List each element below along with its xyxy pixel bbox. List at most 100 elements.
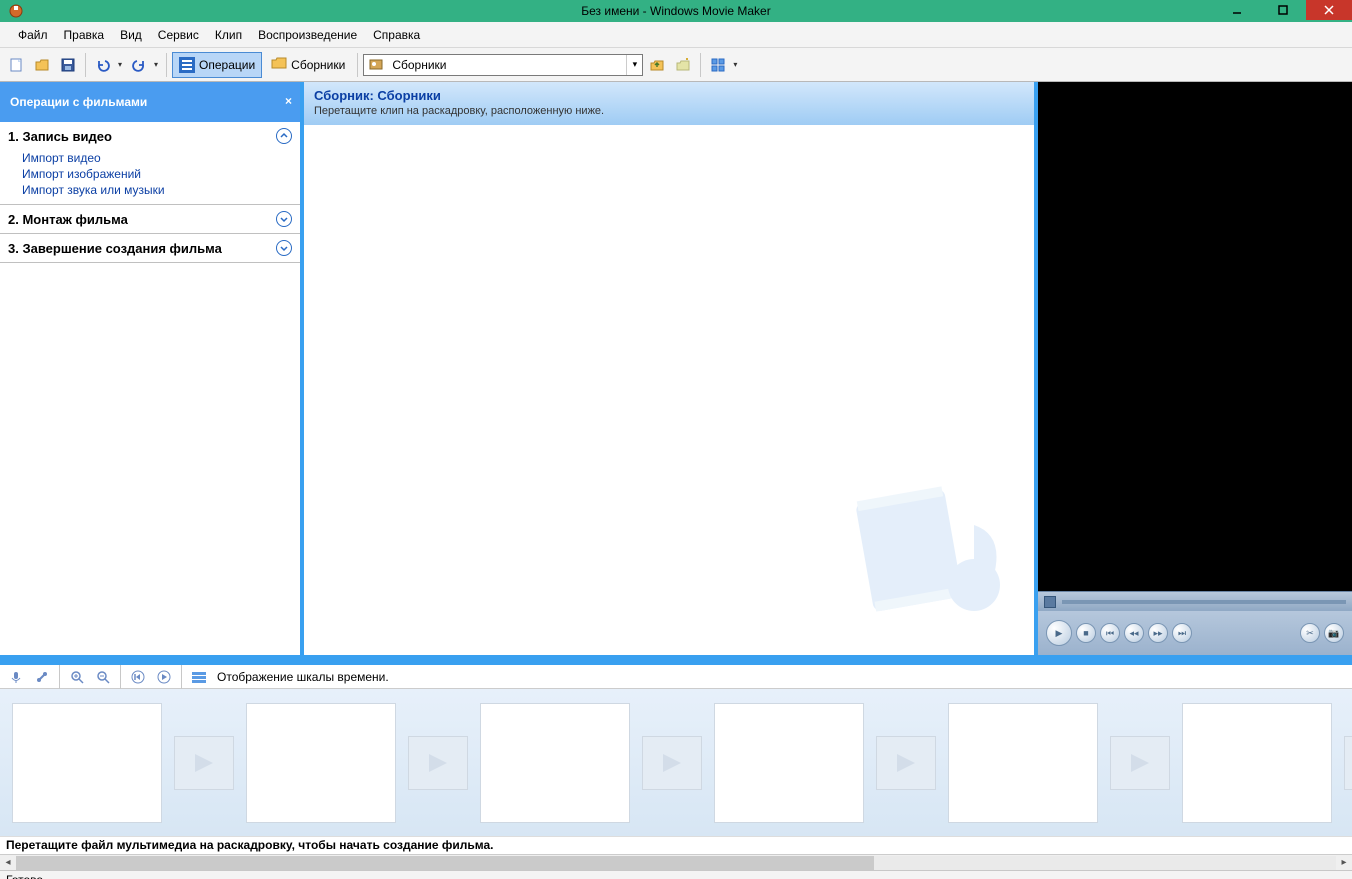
window-title: Без имени - Windows Movie Maker <box>581 4 770 18</box>
save-button[interactable] <box>56 53 80 77</box>
scroll-right-button[interactable]: ▸ <box>1336 856 1352 870</box>
collection-pane: Сборник: Сборники Перетащите клип на рас… <box>300 82 1038 655</box>
storyboard-slot[interactable] <box>246 703 396 823</box>
zoom-out-button[interactable] <box>91 665 115 689</box>
menu-view[interactable]: Вид <box>112 25 150 45</box>
stop-button[interactable]: ■ <box>1076 623 1096 643</box>
menubar: Файл Правка Вид Сервис Клип Воспроизведе… <box>0 22 1352 48</box>
task-section-edit-title: 2. Монтаж фильма <box>8 212 128 227</box>
link-import-images[interactable]: Импорт изображений <box>22 166 292 182</box>
open-button[interactable] <box>30 53 54 77</box>
seek-bar[interactable] <box>1038 591 1352 611</box>
next-button[interactable]: ⏭ <box>1172 623 1192 643</box>
audio-levels-button[interactable] <box>30 665 54 689</box>
timeline-toolbar: Отображение шкалы времени. <box>0 665 1352 689</box>
horizontal-splitter[interactable] <box>0 655 1352 665</box>
tasks-pane: Операции с фильмами × 1. Запись видео Им… <box>0 82 300 655</box>
storyboard-transition[interactable] <box>1344 736 1352 790</box>
tasks-close-button[interactable]: × <box>285 94 292 108</box>
collection-combo-icon <box>368 56 386 74</box>
status-text: Готово <box>6 873 43 879</box>
menu-playback[interactable]: Воспроизведение <box>250 25 365 45</box>
task-section-finish-header[interactable]: 3. Завершение создания фильма <box>8 240 292 256</box>
redo-dropdown[interactable]: ▾ <box>151 60 161 69</box>
snapshot-button[interactable]: 📷 <box>1324 623 1344 643</box>
toolbar: ▾ ▾ Операции Сборники Сборники ▾ ▾ <box>0 48 1352 82</box>
menu-file[interactable]: Файл <box>10 25 56 45</box>
preview-controls: ▶ ■ ⏮ ◂◂ ▸▸ ⏭ ✂ 📷 <box>1038 591 1352 655</box>
rewind-timeline-button[interactable] <box>126 665 150 689</box>
storyboard-slot[interactable] <box>1182 703 1332 823</box>
storyboard-transition[interactable] <box>408 736 468 790</box>
seek-marker-icon <box>1044 596 1056 608</box>
folder-icon <box>271 56 287 73</box>
tasks-icon <box>179 57 195 73</box>
task-section-record: 1. Запись видео Импорт видео Импорт изоб… <box>0 122 300 205</box>
storyboard-slot[interactable] <box>948 703 1098 823</box>
collapse-icon <box>276 128 292 144</box>
tasks-toggle[interactable]: Операции <box>172 52 262 78</box>
timeline-view-toggle[interactable] <box>187 665 211 689</box>
storyboard-hint: Перетащите файл мультимедиа на раскадров… <box>0 836 1352 854</box>
scroll-thumb[interactable] <box>16 856 874 870</box>
seek-track[interactable] <box>1062 600 1346 604</box>
collections-toggle[interactable]: Сборники <box>264 52 352 78</box>
task-section-record-title: 1. Запись видео <box>8 129 112 144</box>
undo-dropdown[interactable]: ▾ <box>115 60 125 69</box>
tasks-header: Операции с фильмами × <box>0 82 300 122</box>
zoom-in-button[interactable] <box>65 665 89 689</box>
minimize-button[interactable] <box>1214 0 1260 20</box>
collection-subtitle: Перетащите клип на раскадровку, располож… <box>314 105 1024 117</box>
titlebar: Без имени - Windows Movie Maker <box>0 0 1352 22</box>
play-timeline-button[interactable] <box>152 665 176 689</box>
collection-combo-dropdown[interactable]: ▾ <box>626 55 642 75</box>
new-button[interactable] <box>4 53 28 77</box>
up-level-button[interactable] <box>645 53 669 77</box>
undo-button[interactable] <box>91 53 115 77</box>
storyboard-transition[interactable] <box>174 736 234 790</box>
menu-edit[interactable]: Правка <box>56 25 113 45</box>
storyboard-transition[interactable] <box>1110 736 1170 790</box>
preview-video <box>1038 82 1352 591</box>
split-button[interactable]: ✂ <box>1300 623 1320 643</box>
close-button[interactable] <box>1306 0 1352 20</box>
prev-button[interactable]: ⏮ <box>1100 623 1120 643</box>
scroll-left-button[interactable]: ◂ <box>0 856 16 870</box>
storyboard[interactable] <box>0 689 1352 836</box>
storyboard-transition[interactable] <box>876 736 936 790</box>
menu-help[interactable]: Справка <box>365 25 428 45</box>
task-section-finish-title: 3. Завершение создания фильма <box>8 241 222 256</box>
collections-label: Сборники <box>291 58 345 72</box>
storyboard-transition[interactable] <box>642 736 702 790</box>
scroll-track[interactable] <box>16 856 1336 870</box>
view-button[interactable] <box>706 53 730 77</box>
maximize-button[interactable] <box>1260 0 1306 20</box>
horizontal-scrollbar[interactable]: ◂ ▸ <box>0 854 1352 870</box>
redo-button[interactable] <box>127 53 151 77</box>
narration-button[interactable] <box>4 665 28 689</box>
timeline-toggle-label[interactable]: Отображение шкалы времени. <box>217 670 389 684</box>
task-section-edit-header[interactable]: 2. Монтаж фильма <box>8 211 292 227</box>
storyboard-slot[interactable] <box>480 703 630 823</box>
collection-header: Сборник: Сборники Перетащите клип на рас… <box>304 82 1034 125</box>
storyboard-slot[interactable] <box>12 703 162 823</box>
step-back-button[interactable]: ◂◂ <box>1124 623 1144 643</box>
menu-service[interactable]: Сервис <box>150 25 207 45</box>
collection-title: Сборник: Сборники <box>314 88 1024 103</box>
expand-icon <box>276 211 292 227</box>
collection-combo[interactable]: Сборники ▾ <box>363 54 643 76</box>
expand-icon <box>276 240 292 256</box>
play-button[interactable]: ▶ <box>1046 620 1072 646</box>
new-folder-button[interactable] <box>671 53 695 77</box>
link-import-video[interactable]: Импорт видео <box>22 150 292 166</box>
watermark-icon <box>844 465 1024 645</box>
step-fwd-button[interactable]: ▸▸ <box>1148 623 1168 643</box>
app-icon <box>6 1 26 21</box>
menu-clip[interactable]: Клип <box>207 25 250 45</box>
view-dropdown[interactable]: ▾ <box>730 60 740 69</box>
link-import-audio[interactable]: Импорт звука или музыки <box>22 182 292 198</box>
tasks-label: Операции <box>199 58 255 72</box>
task-section-record-header[interactable]: 1. Запись видео <box>8 128 292 144</box>
status-bar: Готово <box>0 870 1352 879</box>
storyboard-slot[interactable] <box>714 703 864 823</box>
